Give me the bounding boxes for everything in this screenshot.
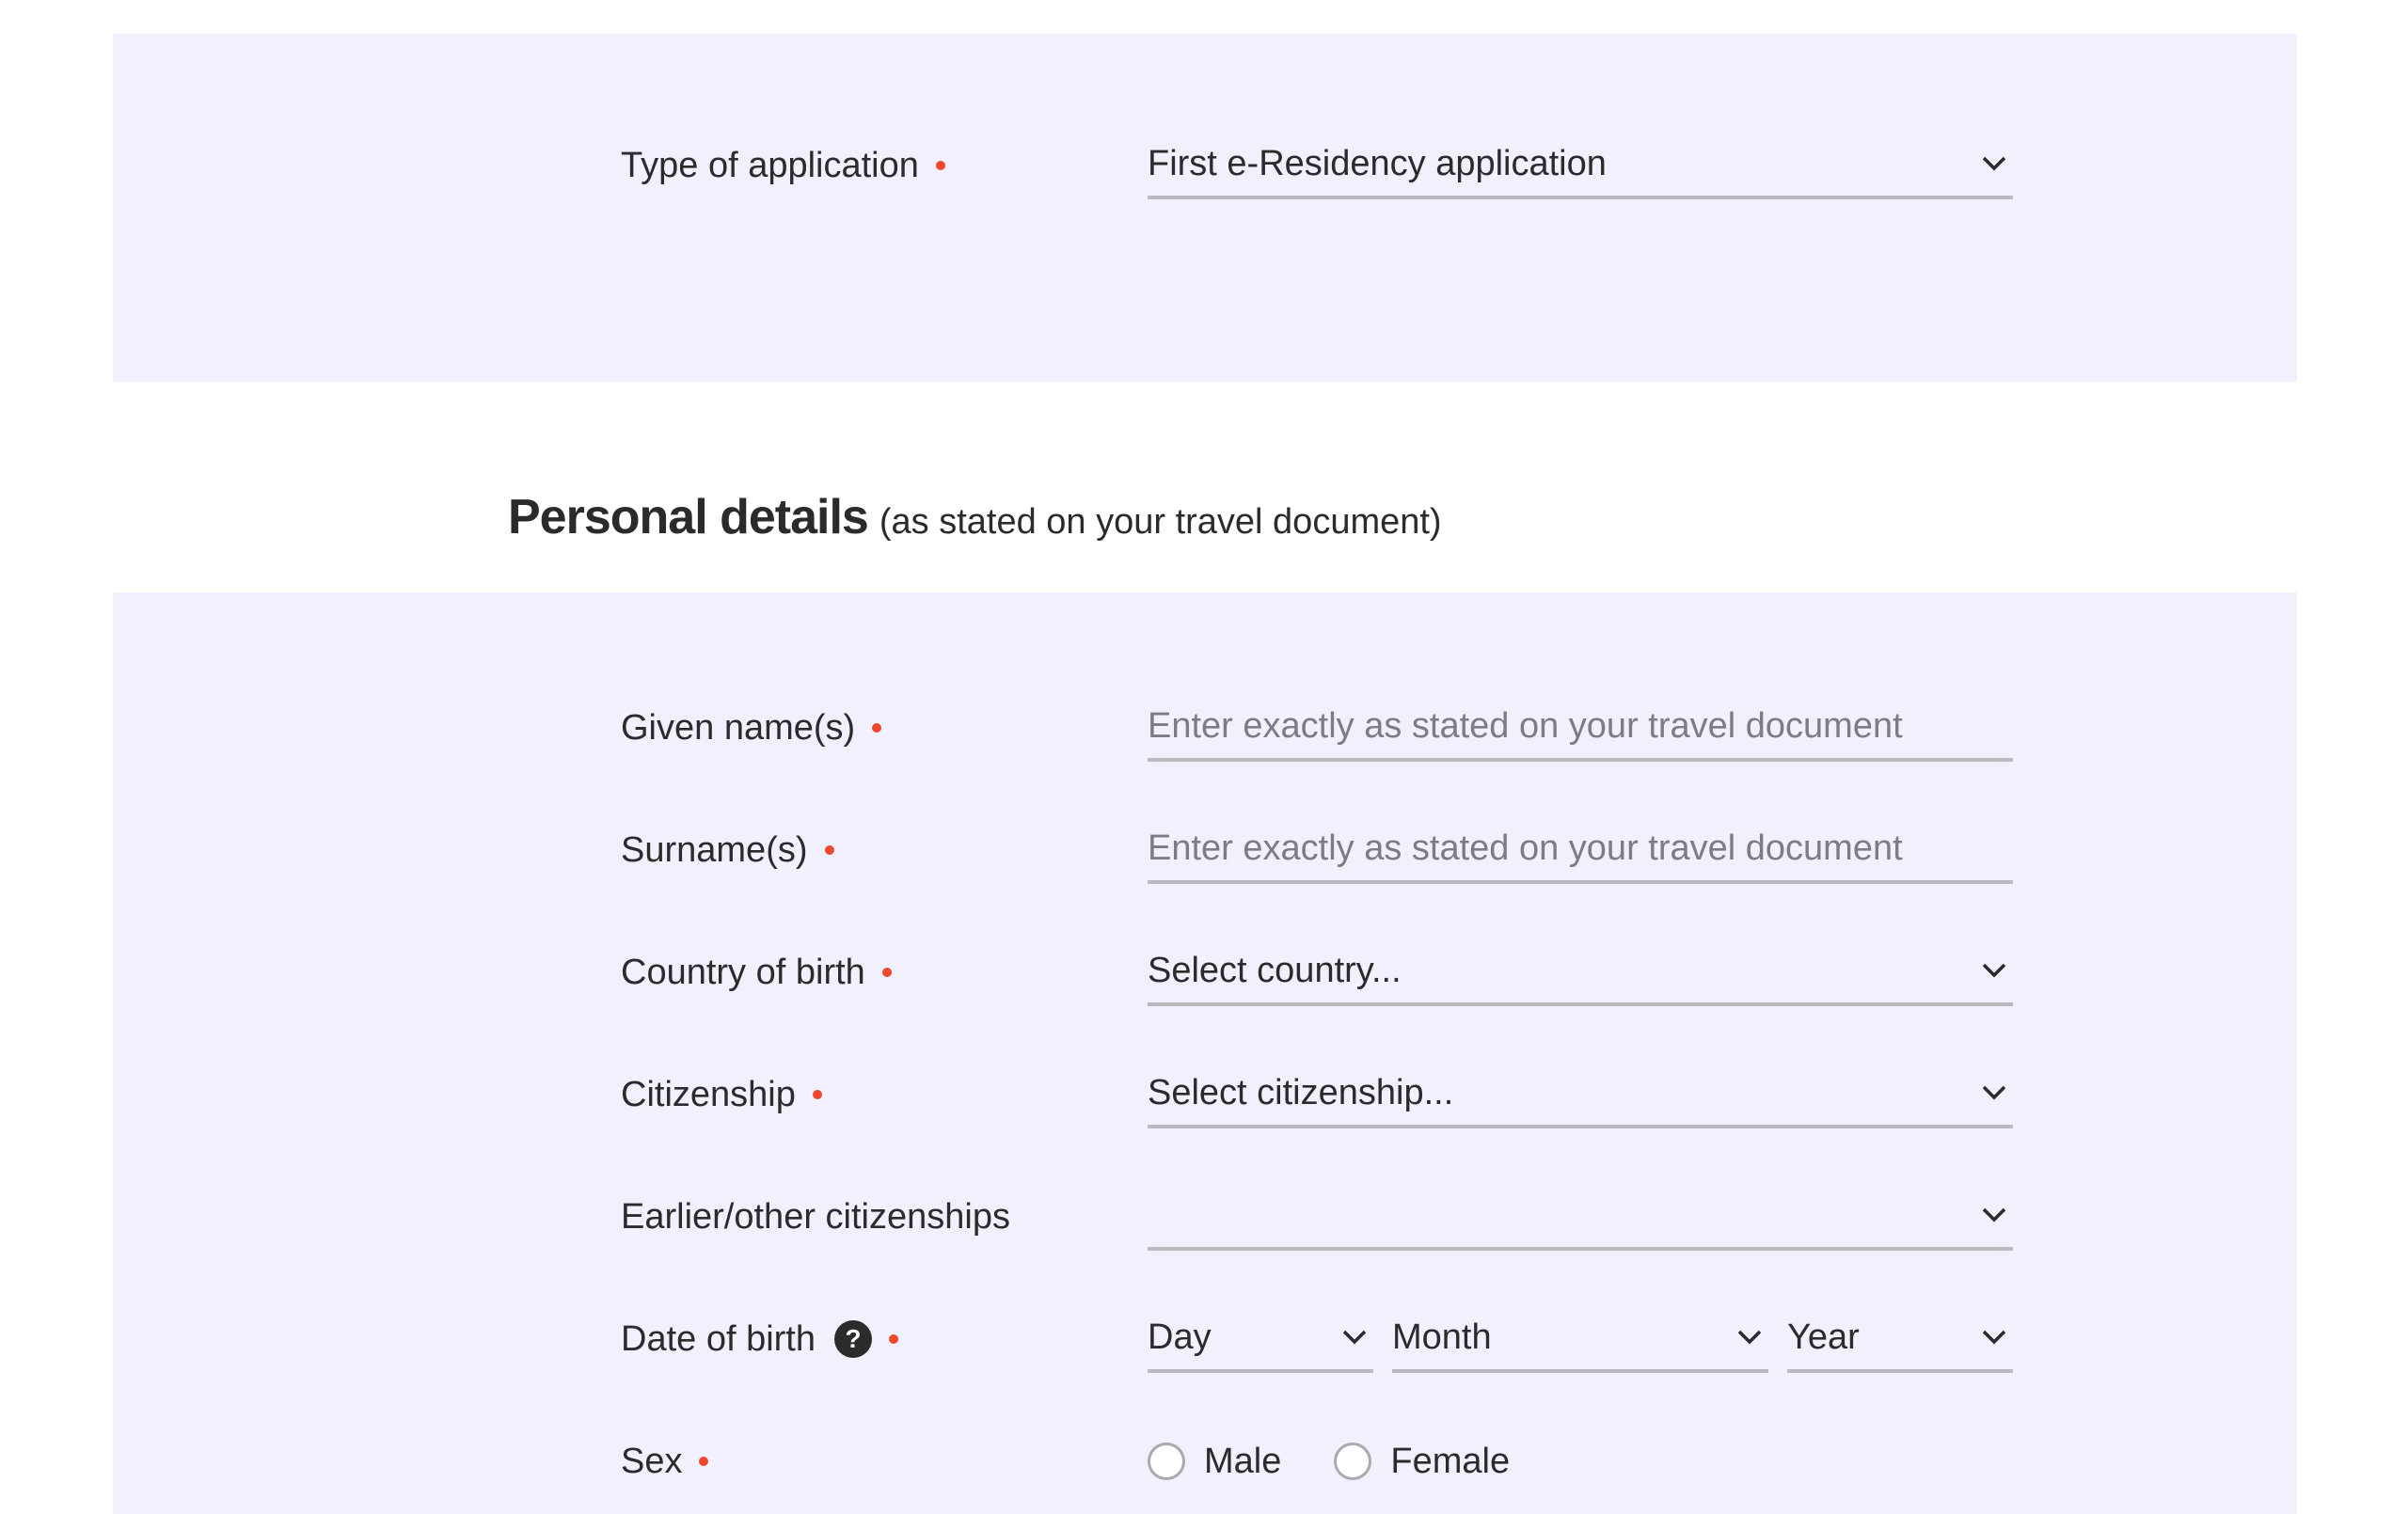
surnames-input[interactable]: [1148, 820, 2013, 876]
sex-option-male-label: Male: [1204, 1441, 1282, 1481]
dob-year-value: Year: [1787, 1317, 1860, 1357]
given-names-row: Given name(s): [621, 694, 2013, 762]
personal-details-subtitle: (as stated on your travel document): [879, 502, 1442, 542]
country-of-birth-row: Country of birth Select country...: [621, 938, 2013, 1006]
dob-month-value: Month: [1392, 1317, 1492, 1357]
country-of-birth-select[interactable]: Select country...: [1148, 938, 2013, 1006]
sex-label: Sex: [621, 1427, 709, 1495]
radio-icon[interactable]: [1148, 1443, 1185, 1480]
dob-day-select[interactable]: Day: [1148, 1305, 1373, 1373]
sex-option-female-label: Female: [1390, 1441, 1511, 1481]
surnames-label: Surname(s): [621, 816, 834, 884]
application-type-panel: Type of application First e-Residency ap…: [113, 34, 2297, 382]
citizenship-label: Citizenship: [621, 1061, 822, 1128]
required-dot-icon: [872, 723, 882, 733]
sex-option-male[interactable]: Male: [1148, 1442, 1281, 1482]
dob-year-select[interactable]: Year: [1787, 1305, 2013, 1373]
chevron-down-icon[interactable]: [1979, 955, 2009, 986]
dob-month-select[interactable]: Month: [1392, 1305, 1768, 1373]
required-dot-icon: [935, 161, 945, 170]
given-names-label: Given name(s): [621, 694, 882, 762]
personal-details-title: Personal details: [508, 490, 869, 544]
chevron-down-icon[interactable]: [1979, 149, 2009, 179]
application-type-label: Type of application: [621, 132, 945, 199]
given-names-input[interactable]: [1148, 698, 2013, 754]
country-of-birth-label: Country of birth: [621, 938, 892, 1006]
required-dot-icon: [881, 968, 892, 977]
required-dot-icon: [812, 1090, 822, 1099]
citizenship-select[interactable]: Select citizenship...: [1148, 1061, 2013, 1128]
given-names-field: [1148, 694, 2013, 762]
personal-details-heading: Personal details (as stated on your trav…: [508, 489, 1442, 564]
country-of-birth-value: Select country...: [1148, 950, 1402, 990]
date-of-birth-row: Date of birth ? Day Month Year: [621, 1305, 2013, 1373]
required-dot-icon: [699, 1457, 709, 1466]
other-citizenships-row: Earlier/other citizenships: [621, 1183, 2013, 1251]
surnames-field: [1148, 816, 2013, 884]
sex-row: Sex Male Female: [621, 1427, 2013, 1495]
application-type-value: First e-Residency application: [1148, 143, 1607, 183]
application-type-row: Type of application First e-Residency ap…: [621, 132, 2013, 199]
chevron-down-icon[interactable]: [1979, 1200, 2009, 1230]
chevron-down-icon[interactable]: [1339, 1322, 1370, 1352]
chevron-down-icon[interactable]: [1979, 1322, 2009, 1352]
surnames-row: Surname(s): [621, 816, 2013, 884]
citizenship-value: Select citizenship...: [1148, 1072, 1454, 1112]
required-dot-icon: [889, 1334, 898, 1344]
citizenship-row: Citizenship Select citizenship...: [621, 1061, 2013, 1128]
sex-option-female[interactable]: Female: [1334, 1442, 1510, 1482]
radio-icon[interactable]: [1334, 1443, 1372, 1480]
application-type-select[interactable]: First e-Residency application: [1148, 132, 2013, 199]
chevron-down-icon[interactable]: [1979, 1078, 2009, 1108]
other-citizenships-label: Earlier/other citizenships: [621, 1196, 1010, 1237]
date-of-birth-label: Date of birth ?: [621, 1305, 898, 1373]
dob-day-value: Day: [1148, 1317, 1212, 1357]
sex-radio-group: Male Female: [1148, 1427, 1562, 1495]
other-citizenships-select[interactable]: [1148, 1183, 2013, 1251]
personal-details-panel: Given name(s) Surname(s) Country of birt…: [113, 592, 2297, 1514]
chevron-down-icon[interactable]: [1735, 1322, 1765, 1352]
required-dot-icon: [824, 845, 834, 855]
help-icon[interactable]: ?: [834, 1320, 872, 1358]
